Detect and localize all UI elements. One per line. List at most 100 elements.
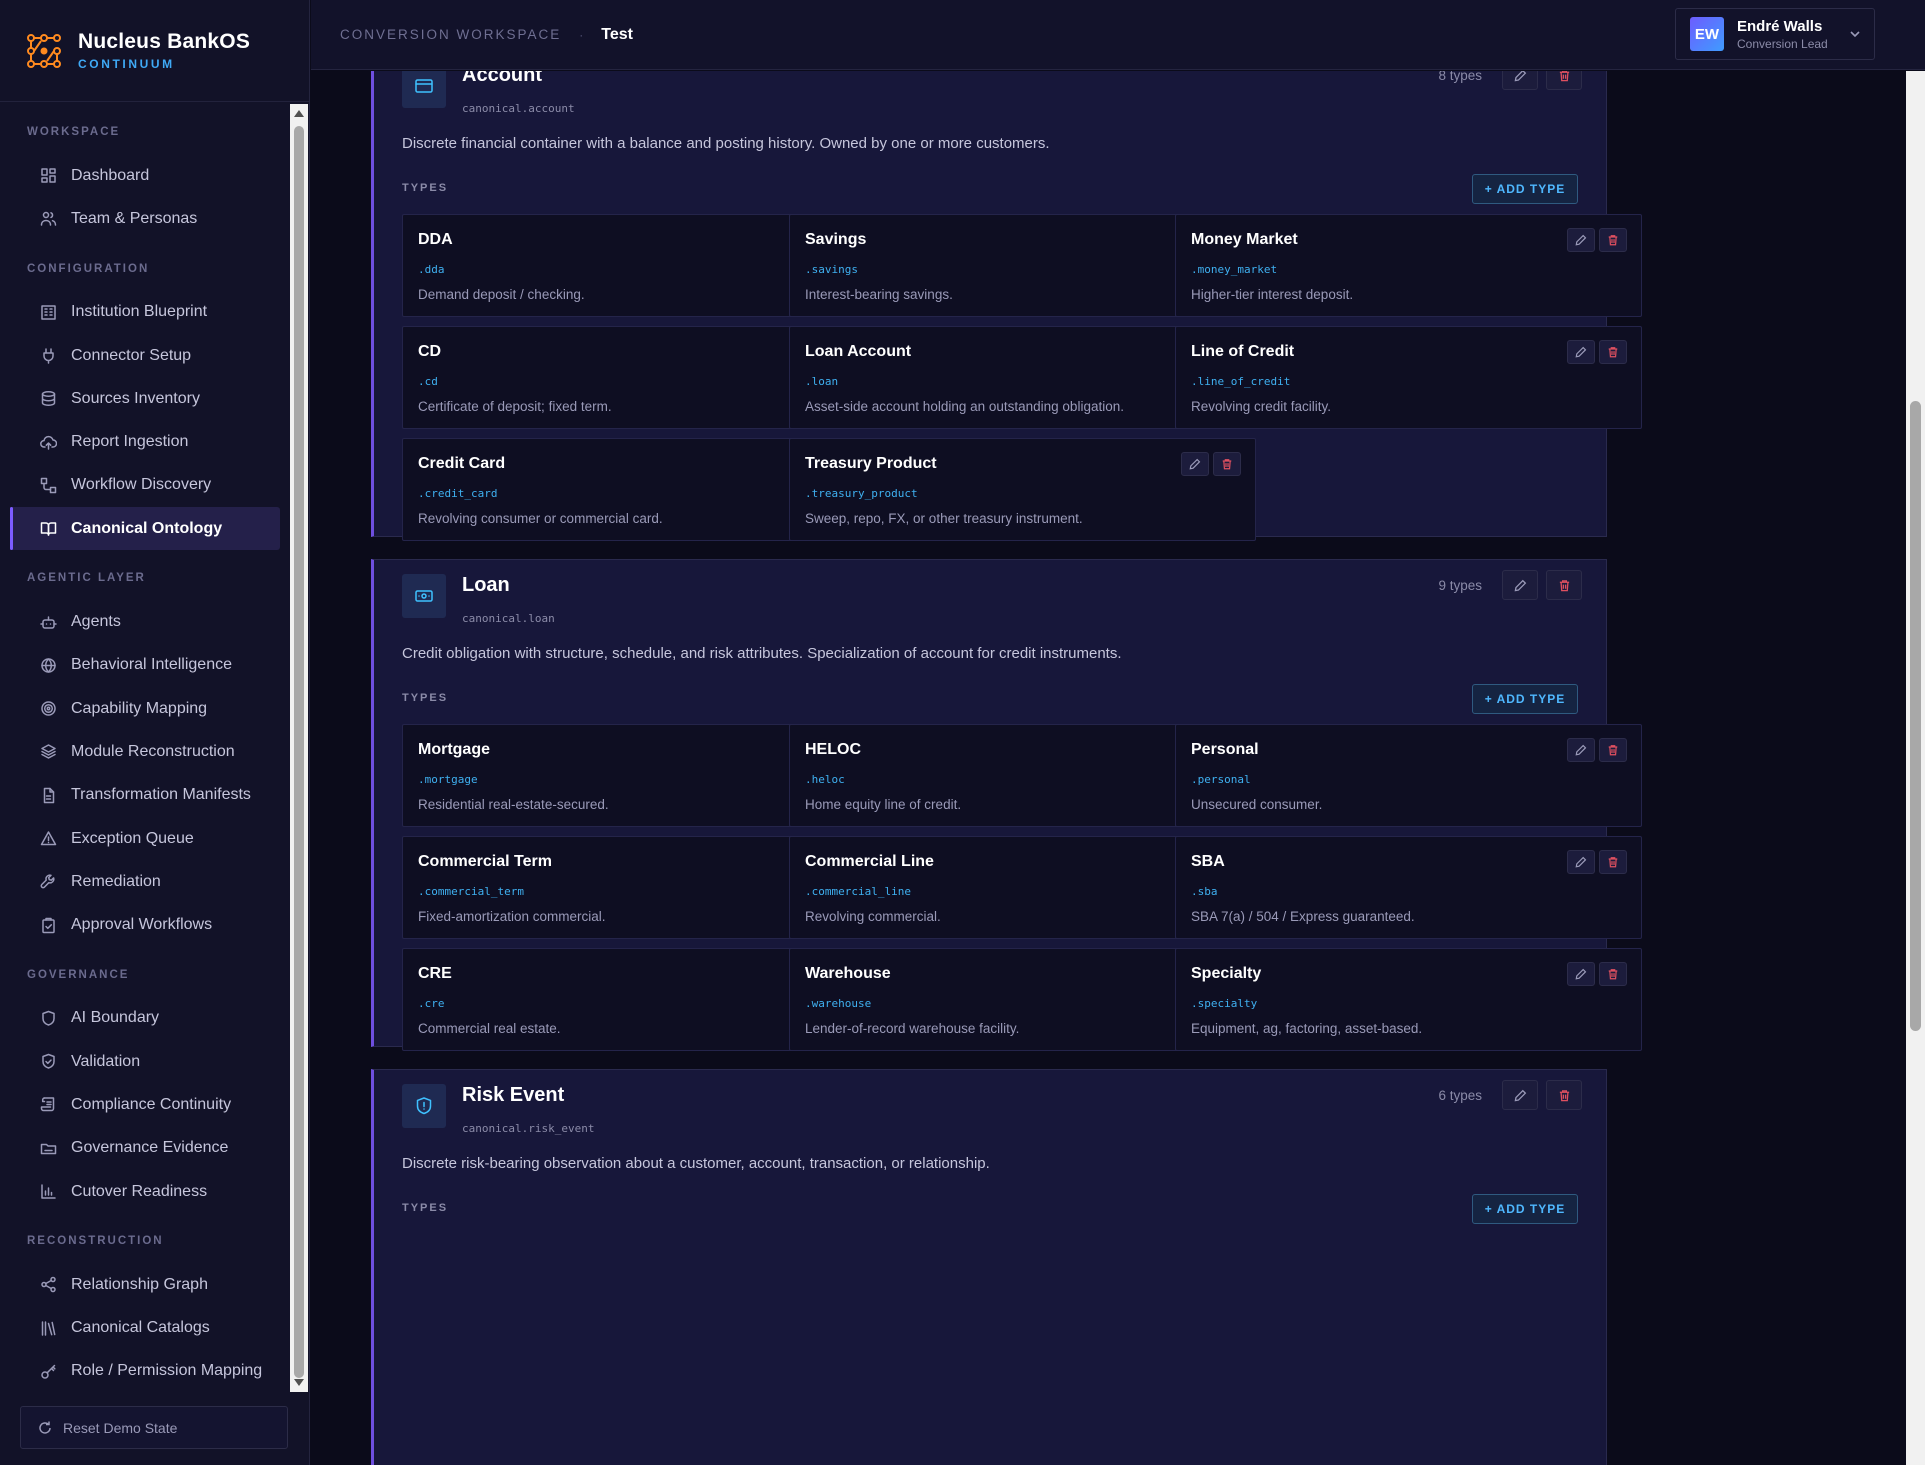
type-card-sba[interactable]: SBA .sba SBA 7(a) / 504 / Express guarante… — [1175, 836, 1642, 939]
delete-entity-button[interactable] — [1546, 1080, 1582, 1110]
sidebar-item-canonical-ontology[interactable]: Canonical Ontology — [10, 507, 280, 551]
bar-chart-icon — [41, 1184, 56, 1199]
user-menu[interactable]: EW Endré Walls Conversion Lead — [1675, 8, 1875, 60]
sidebar-item-governance-evidence[interactable]: Governance Evidence — [10, 1127, 280, 1170]
globe-icon-wrap — [40, 657, 57, 674]
cloud-upload-icon — [40, 435, 58, 450]
main-scrollbar[interactable] — [1906, 71, 1925, 1465]
edit-type-button[interactable] — [1567, 850, 1595, 874]
type-name: Personal — [1191, 741, 1259, 758]
delete-type-button[interactable] — [1599, 850, 1627, 874]
entity-title: Risk Event — [462, 1084, 565, 1106]
type-card-treasury-product[interactable]: Treasury Product .treasury_product Sweep, … — [789, 438, 1256, 541]
sidebar-item-report-ingestion[interactable]: Report Ingestion — [10, 420, 280, 463]
sidebar-item-connector-setup[interactable]: Connector Setup — [10, 334, 280, 377]
dashboard-icon — [41, 168, 56, 183]
shield-check-icon-wrap — [40, 1053, 57, 1070]
target-icon-wrap — [40, 700, 57, 717]
edit-entity-button[interactable] — [1502, 71, 1538, 90]
sidebar-item-workflow-discovery[interactable]: Workflow Discovery — [10, 464, 280, 507]
sidebar-item-capability-mapping[interactable]: Capability Mapping — [10, 687, 280, 730]
type-name: Warehouse — [805, 965, 891, 982]
brand[interactable]: Nucleus BankOS CONTINUUM — [0, 0, 309, 102]
sidebar-item-exception-queue[interactable]: Exception Queue — [10, 817, 280, 860]
add-type-button[interactable]: + ADD TYPE — [1472, 1194, 1578, 1224]
sidebar-item-team-personas[interactable]: Team & Personas — [10, 197, 280, 240]
type-card-money-market[interactable]: Money Market .money_market Higher-tier int… — [1175, 214, 1642, 317]
sidebar-item-remediation[interactable]: Remediation — [10, 860, 280, 903]
shield-check-icon — [42, 1053, 55, 1069]
key-icon-wrap — [40, 1363, 57, 1380]
sidebar-item-validation[interactable]: Validation — [10, 1040, 280, 1083]
type-code: .loan — [805, 375, 839, 388]
sidebar-item-transformation-manifests[interactable]: Transformation Manifests — [10, 774, 280, 817]
sidebar-scrollbar[interactable] — [290, 104, 308, 1392]
main-scroll-thumb[interactable] — [1910, 401, 1921, 1031]
sidebar-item-module-reconstruction[interactable]: Module Reconstruction — [10, 730, 280, 773]
sidebar-item-institution-blueprint[interactable]: Institution Blueprint — [10, 291, 280, 334]
scroll-down-arrow-icon[interactable] — [294, 1379, 304, 1386]
delete-type-button[interactable] — [1599, 962, 1627, 986]
sidebar-item-label: Exception Queue — [71, 829, 194, 847]
type-name: Treasury Product — [805, 455, 937, 472]
type-name: CD — [418, 343, 442, 360]
delete-type-button[interactable] — [1213, 452, 1241, 476]
shield-icon-wrap — [40, 1010, 57, 1027]
sidebar-scroll-thumb[interactable] — [294, 126, 304, 1378]
type-description: Demand deposit / checking. — [418, 287, 585, 302]
workflow-icon-wrap — [40, 477, 57, 494]
sidebar-item-relationship-graph[interactable]: Relationship Graph — [10, 1263, 280, 1306]
type-card-line-of-credit[interactable]: Line of Credit .line_of_credit Revolving c… — [1175, 326, 1642, 429]
key-icon — [41, 1364, 56, 1379]
reset-demo-state-button[interactable]: Reset Demo State — [20, 1406, 288, 1449]
trash-icon — [1222, 459, 1232, 470]
building-icon — [41, 304, 56, 320]
sidebar-item-dashboard[interactable]: Dashboard — [10, 154, 280, 197]
sidebar-item-ai-boundary[interactable]: AI Boundary — [10, 997, 280, 1040]
add-type-button[interactable]: + ADD TYPE — [1472, 174, 1578, 204]
type-name: Specialty — [1191, 965, 1262, 982]
type-name: Credit Card — [418, 455, 506, 472]
alert-triangle-icon-wrap — [40, 830, 57, 847]
type-code: .specialty — [1191, 997, 1258, 1010]
sidebar-item-canonical-catalogs[interactable]: Canonical Catalogs — [10, 1307, 280, 1350]
sidebar-item-compliance-continuity[interactable]: Compliance Continuity — [10, 1083, 280, 1126]
edit-type-button[interactable] — [1567, 962, 1595, 986]
banknote-icon — [415, 590, 433, 602]
type-card-specialty[interactable]: Specialty .specialty Equipment, ag, factor… — [1175, 948, 1642, 1051]
sidebar-item-label: Agents — [71, 613, 121, 631]
pencil-icon — [1514, 1089, 1526, 1101]
delete-type-button[interactable] — [1599, 738, 1627, 762]
folder-icon — [40, 1143, 57, 1155]
sidebar-item-approval-workflows[interactable]: Approval Workflows — [10, 903, 280, 946]
sidebar-item-behavioral-intelligence[interactable]: Behavioral Intelligence — [10, 644, 280, 687]
sidebar-item-sources-inventory[interactable]: Sources Inventory — [10, 377, 280, 420]
sidebar-item-cutover-readiness[interactable]: Cutover Readiness — [10, 1170, 280, 1213]
breadcrumb-workspace[interactable]: CONVERSION WORKSPACE — [340, 27, 561, 42]
add-type-button[interactable]: + ADD TYPE — [1472, 684, 1578, 714]
entity-card-account: Account canonical.account 8 types Discrete … — [371, 71, 1642, 608]
edit-entity-button[interactable] — [1502, 570, 1538, 600]
entity-description: Discrete financial container with a bala… — [402, 135, 1050, 152]
sidebar-item-role-permission-mapping[interactable]: Role / Permission Mapping — [10, 1350, 280, 1388]
edit-type-button[interactable] — [1181, 452, 1209, 476]
pencil-icon — [1514, 71, 1526, 81]
wrench-icon-wrap — [40, 873, 57, 890]
delete-entity-button[interactable] — [1546, 71, 1582, 90]
user-role: Conversion Lead — [1737, 36, 1828, 51]
book-open-icon-wrap — [40, 520, 57, 537]
delete-type-button[interactable] — [1599, 228, 1627, 252]
type-description: Commercial real estate. — [418, 1021, 561, 1036]
entity-type-count: 8 types — [1438, 71, 1482, 83]
edit-type-button[interactable] — [1567, 228, 1595, 252]
sidebar-item-agents[interactable]: Agents — [10, 600, 280, 643]
scroll-up-arrow-icon[interactable] — [294, 110, 304, 117]
edit-type-button[interactable] — [1567, 340, 1595, 364]
type-name: SBA — [1191, 853, 1225, 870]
delete-type-button[interactable] — [1599, 340, 1627, 364]
type-card-personal[interactable]: Personal .personal Unsecured consumer. — [1175, 724, 1642, 827]
edit-entity-button[interactable] — [1502, 1080, 1538, 1110]
delete-entity-button[interactable] — [1546, 570, 1582, 600]
plug-icon-wrap — [40, 347, 57, 364]
edit-type-button[interactable] — [1567, 738, 1595, 762]
